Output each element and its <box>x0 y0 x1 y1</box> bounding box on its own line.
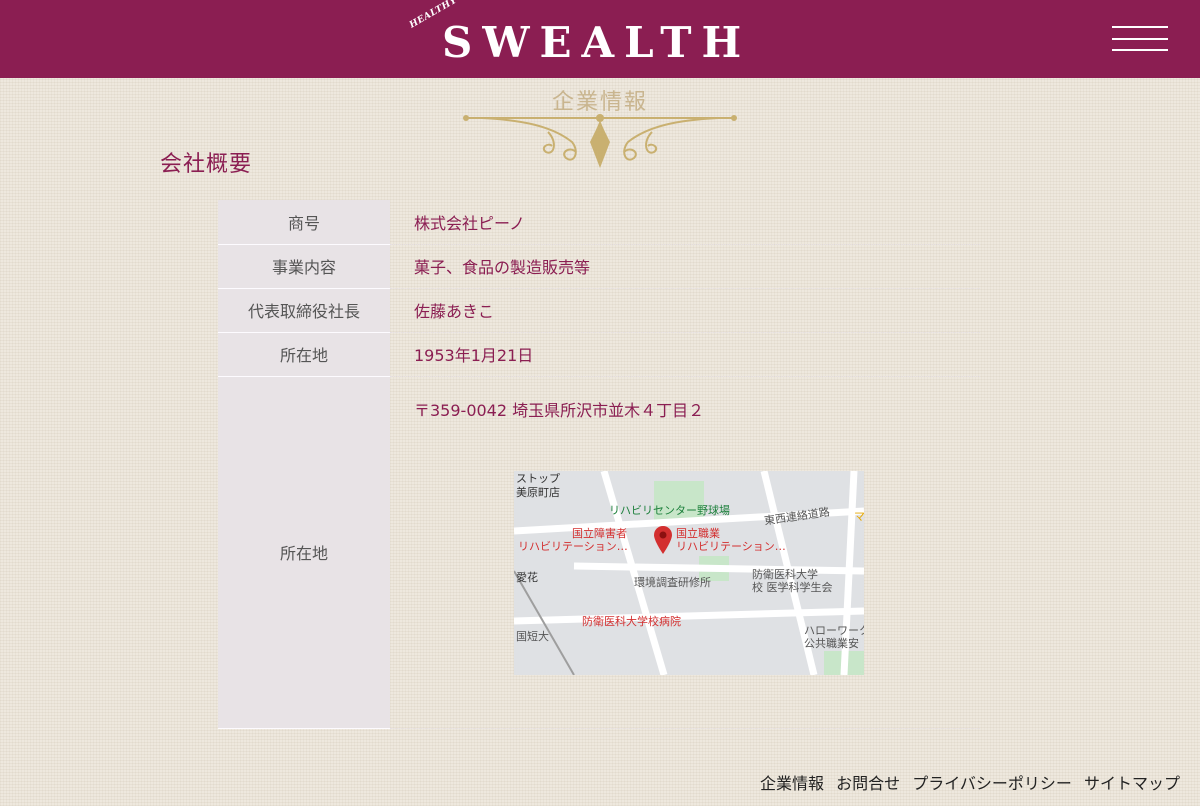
table-row: 事業内容 菓子、食品の製造販売等 <box>218 244 980 289</box>
map-label: 公共職業安 <box>804 636 859 650</box>
map-label: 環境調査研修所 <box>634 575 711 589</box>
map-label: リハビリセンター野球場 <box>609 503 730 517</box>
address-text: 〒359-0042 埼玉県所沢市並木４丁目２ <box>414 400 705 420</box>
map-label: 国短大 <box>516 629 549 643</box>
table-row: 商号 株式会社ピーノ <box>218 200 980 245</box>
map-label: 国立職業 <box>676 526 720 540</box>
row-label: 代表取締役社長 <box>218 288 390 333</box>
row-label: 事業内容 <box>218 244 390 289</box>
table-row: 所在地 〒359-0042 埼玉県所沢市並木４丁目２ ストップ 美原町店 リハビ… <box>218 376 980 729</box>
map-label: 防衛医科大学 <box>752 567 818 581</box>
row-label: 所在地 <box>218 376 390 729</box>
map-label: 防衛医科大学校病院 <box>582 614 681 628</box>
company-overview-heading: 会社概要 <box>160 152 253 177</box>
map-label: 校 医学科学生会 <box>752 580 833 594</box>
map-pin-icon[interactable] <box>652 525 674 555</box>
embedded-map[interactable]: ストップ 美原町店 リハビリセンター野球場 東西連絡道路 国立障害者 リハビリテ… <box>514 470 864 675</box>
row-value: 菓子、食品の製造販売等 <box>390 244 980 289</box>
map-label: リハビリテーション… <box>518 539 628 553</box>
row-value: 株式会社ピーノ <box>390 200 980 245</box>
footer-link-company[interactable]: 企業情報 <box>760 774 824 793</box>
site-header: HEALTHY DONUTS SWEALTH <box>0 0 1200 78</box>
site-logo[interactable]: HEALTHY DONUTS SWEALTH <box>400 0 800 70</box>
map-label: 美原町店 <box>516 485 560 499</box>
menu-icon[interactable] <box>1112 26 1168 54</box>
footer-link-sitemap[interactable]: サイトマップ <box>1084 774 1180 793</box>
map-label: 国立障害者 <box>572 526 627 540</box>
map-label: リハビリテーション… <box>676 539 786 553</box>
address-cell: 〒359-0042 埼玉県所沢市並木４丁目２ ストップ 美原町店 リハビリセンタ… <box>390 376 980 729</box>
map-label: マ <box>854 509 864 523</box>
ornament-divider-icon <box>463 114 737 168</box>
map-label: ハローワーク <box>804 623 864 637</box>
company-info-table: 商号 株式会社ピーノ 事業内容 菓子、食品の製造販売等 代表取締役社長 佐藤あき… <box>218 200 980 729</box>
footer-link-contact[interactable]: お問合せ <box>836 774 900 793</box>
map-label: ストップ <box>516 471 560 485</box>
table-row: 代表取締役社長 佐藤あきこ <box>218 288 980 333</box>
row-value: 1953年1月21日 <box>390 332 980 377</box>
footer-link-privacy[interactable]: プライバシーポリシー <box>912 774 1072 793</box>
logo-wordmark: SWEALTH <box>442 18 752 67</box>
row-value: 佐藤あきこ <box>390 288 980 333</box>
row-label: 商号 <box>218 200 390 245</box>
row-label: 所在地 <box>218 332 390 377</box>
footer-links: 企業情報 お問合せ プライバシーポリシー サイトマップ <box>753 770 1180 794</box>
map-label: 愛花 <box>516 570 538 584</box>
table-row: 所在地 1953年1月21日 <box>218 332 980 377</box>
